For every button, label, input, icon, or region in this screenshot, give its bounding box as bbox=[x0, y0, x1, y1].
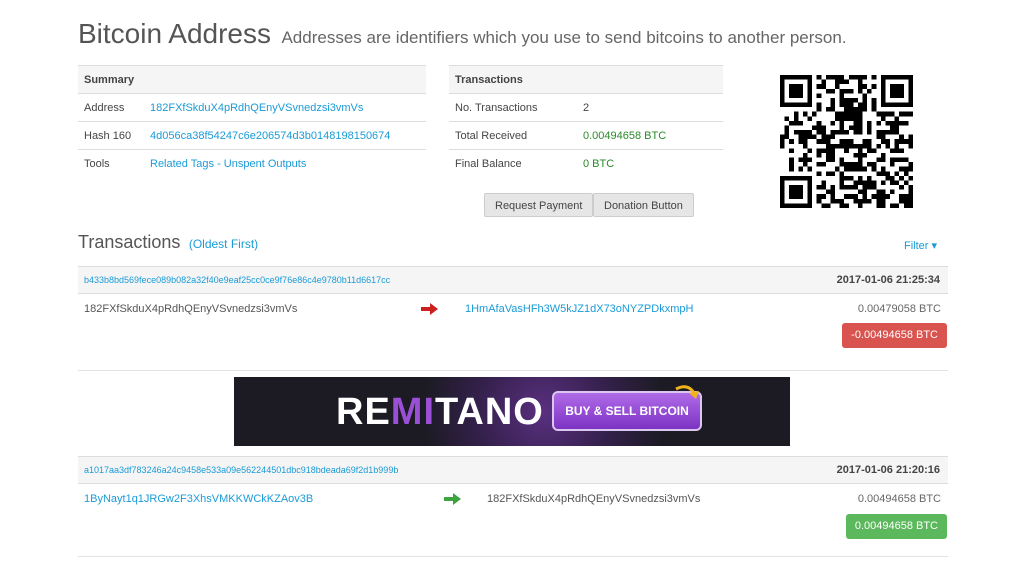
request-payment-button[interactable]: Request Payment bbox=[484, 193, 594, 217]
related-tags-link[interactable]: Related Tags bbox=[150, 158, 214, 170]
transactions-heading: Transactions bbox=[449, 65, 723, 94]
summary-heading: Summary bbox=[78, 65, 426, 94]
tx-header-bar: b433b8bd569fece089b082a32f40e9eaf25cc0ce… bbox=[78, 266, 948, 294]
summary-row-hash160: Hash 160 4d056ca38f54247c6e206574d3b0148… bbox=[78, 121, 426, 150]
arrow-right-green-icon bbox=[444, 493, 461, 505]
page-subtitle: Addresses are identifiers which you use … bbox=[281, 28, 847, 47]
tx-hash-link[interactable]: a1017aa3df783246a24c9458e533a09e56224450… bbox=[84, 465, 398, 475]
tx-time: 2017-01-06 21:20:16 bbox=[836, 464, 940, 476]
tx-summary-label: Final Balance bbox=[449, 149, 577, 178]
transactions-section-heading: Transactions (Oldest First) bbox=[78, 232, 258, 253]
summary-label: Hash 160 bbox=[78, 121, 144, 150]
tx-summary-label: Total Received bbox=[449, 121, 577, 150]
tx-net-badge[interactable]: -0.00494658 BTC bbox=[842, 323, 947, 348]
tx-to-address: 182FXfSkduX4pRdhQEnyVSvnedzsi3vmVs bbox=[487, 493, 701, 505]
donation-button[interactable]: Donation Button bbox=[593, 193, 694, 217]
page-header: Bitcoin Address Addresses are identifier… bbox=[78, 18, 847, 50]
summary-label: Tools bbox=[78, 149, 144, 178]
tx-summary-label: No. Transactions bbox=[449, 93, 577, 122]
summary-row-tools: Tools Related Tags - Unspent Outputs bbox=[78, 149, 426, 178]
remitano-logo: REMITANO bbox=[336, 391, 544, 433]
tx-time: 2017-01-06 21:25:34 bbox=[836, 274, 940, 286]
qr-code-image bbox=[780, 75, 913, 208]
arrow-right-red-icon bbox=[421, 303, 438, 315]
tx-amount: 0.00494658 BTC bbox=[857, 493, 941, 505]
transactions-summary-table: Transactions No. Transactions 2 Total Re… bbox=[449, 65, 723, 178]
summary-row-address: Address 182FXfSkduX4pRdhQEnyVSvnedzsi3vm… bbox=[78, 93, 426, 122]
summary-label: Address bbox=[78, 93, 144, 122]
unspent-outputs-link[interactable]: Unspent Outputs bbox=[224, 158, 307, 170]
remitano-ad-banner[interactable]: REMITANO BUY & SELL BITCOIN bbox=[234, 377, 790, 446]
transactions-section-title: Transactions bbox=[78, 232, 181, 252]
total-received-value: 0.00494658 BTC bbox=[577, 121, 723, 150]
tx-to-address-link[interactable]: 1HmAfaVasHFh3W5kJZ1dX73oNYZPDkxmpH bbox=[465, 303, 693, 315]
tx-from-address: 182FXfSkduX4pRdhQEnyVSvnedzsi3vmVs bbox=[84, 303, 298, 315]
tx-summary-row: Total Received 0.00494658 BTC bbox=[449, 121, 723, 150]
tx-amount: 0.00479058 BTC bbox=[857, 303, 941, 315]
tx-header-bar: a1017aa3df783246a24c9458e533a09e56224450… bbox=[78, 456, 948, 484]
divider bbox=[78, 370, 948, 371]
page-title: Bitcoin Address bbox=[78, 18, 271, 49]
tx-summary-row: No. Transactions 2 bbox=[449, 93, 723, 122]
final-balance-value: 0 BTC bbox=[577, 149, 723, 178]
tools-separator: - bbox=[214, 157, 224, 170]
address-link[interactable]: 182FXfSkduX4pRdhQEnyVSvnedzsi3vmVs bbox=[150, 102, 363, 114]
curved-arrow-icon bbox=[675, 385, 699, 399]
divider bbox=[78, 556, 948, 557]
tx-hash-link[interactable]: b433b8bd569fece089b082a32f40e9eaf25cc0ce… bbox=[84, 275, 390, 285]
hash160-link[interactable]: 4d056ca38f54247c6e206574d3b0148198150674 bbox=[150, 130, 390, 142]
tx-count-value: 2 bbox=[577, 93, 723, 122]
tx-from-address-link[interactable]: 1ByNayt1q1JRGw2F3XhsVMKKWCkKZAov3B bbox=[84, 493, 313, 505]
summary-table: Summary Address 182FXfSkduX4pRdhQEnyVSvn… bbox=[78, 65, 426, 178]
filter-dropdown[interactable]: Filter ▾ bbox=[904, 239, 937, 252]
tx-summary-row: Final Balance 0 BTC bbox=[449, 149, 723, 178]
oldest-first-link[interactable]: (Oldest First) bbox=[189, 237, 258, 251]
tx-net-badge[interactable]: 0.00494658 BTC bbox=[845, 514, 947, 539]
